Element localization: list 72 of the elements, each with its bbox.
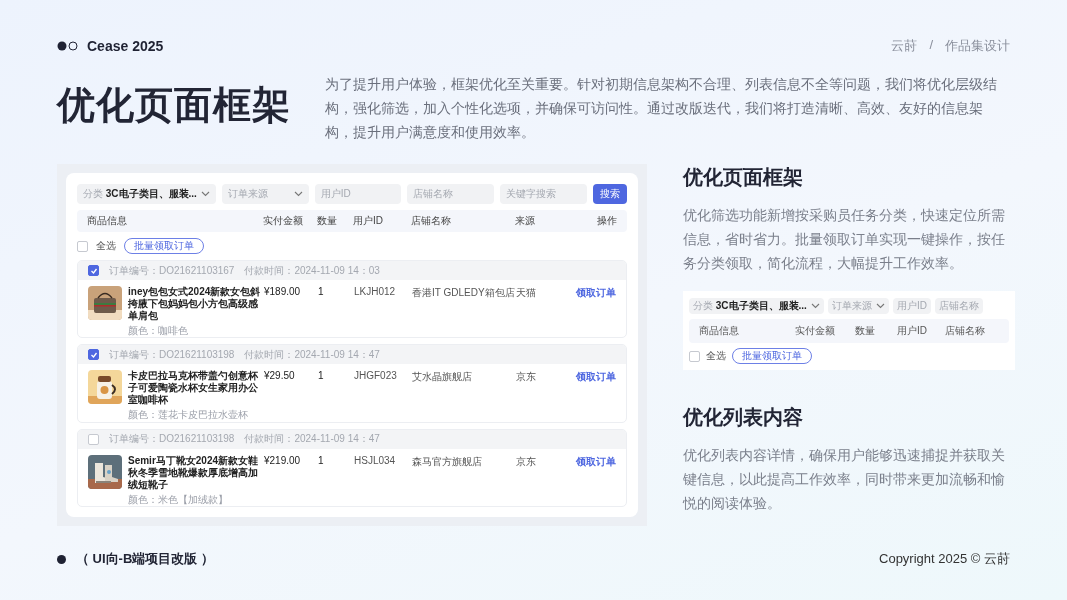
section-title: 优化页面框架 xyxy=(683,165,804,190)
intro-paragraph: 为了提升用户体验，框架优化至关重要。针对初期信息架构不合理、列表信息不全等问题，我们将优化层级结构，强化筛选，加入个性化选项，并确保可访问性。通过改版迭代，我们将打造清晰、高效、友好的信息架构，提升用户满意度和使用效率。 xyxy=(325,75,998,142)
bullet-icon xyxy=(57,554,66,564)
payment-time: 付款时间：2024-11-09 14：47 xyxy=(244,347,380,362)
order-number: 订单编号：DO21621103198 xyxy=(109,347,235,362)
page-title: 优化页面框架 xyxy=(57,83,291,128)
user-id-cell-text: LKJH012 xyxy=(354,286,397,298)
claim-order-link[interactable]: 领取订单 xyxy=(556,286,616,301)
quantity-cell-text: 1 xyxy=(318,370,325,382)
checkbox[interactable] xyxy=(77,240,88,252)
chevron-down-icon xyxy=(875,303,885,309)
breadcrumb-text: / xyxy=(929,37,933,54)
user-id-cell-text: HSJL034 xyxy=(354,454,397,466)
price-cell-text: ¥29.50 xyxy=(264,370,296,382)
checkbox-label: 全选 xyxy=(96,239,116,254)
shop-cell: 香港IT GDLEDY箱包店 xyxy=(412,286,516,301)
column-header: 数量 xyxy=(317,214,338,229)
select-field[interactable]: 分类 3C电子类目、服装... xyxy=(77,184,216,204)
column-header: 用户ID xyxy=(897,324,928,338)
source-cell-text: 京东 xyxy=(516,454,537,469)
product-title: iney包包女式2024新款女包斜挎腋下包妈妈包小方包高级感单肩包 xyxy=(128,286,262,323)
checkbox[interactable] xyxy=(88,349,99,361)
column-header: 实付金额 xyxy=(795,324,836,338)
page-dots-icon xyxy=(57,41,78,51)
product-variant: 颜色：米色【加绒款】 xyxy=(128,492,229,506)
product-title: Semir马丁靴女2024新款女鞋秋冬季雪地靴爆款厚底增高加绒短靴子 xyxy=(128,454,260,491)
checkbox[interactable] xyxy=(88,265,99,277)
product-title: 卡皮巴拉马克杯带盖勺创意杯子可爱陶瓷水杯女生家用办公室咖啡杯 xyxy=(128,370,259,407)
user-id-cell-text: JHGF023 xyxy=(354,370,398,382)
shop-cell-text: 森马官方旗舰店 xyxy=(412,454,483,469)
quantity-cell-text: 1 xyxy=(318,454,325,466)
price-cell-text: ¥189.00 xyxy=(264,286,302,298)
column-header: 店铺名称 xyxy=(945,324,986,338)
claim-order-link[interactable]: 领取订单 xyxy=(556,370,616,385)
checkbox[interactable] xyxy=(88,433,99,445)
section-paragraph: 优化筛选功能新增按采购员任务分类，快速定位所需信息，省时省力。批量领取订单实现一键操作，按任务分类领取，简化流程，大幅提升工作效率。 xyxy=(683,206,1006,273)
shop-cell-text: 艾水晶旗舰店 xyxy=(412,370,473,385)
breadcrumb-text: 云莳 xyxy=(891,37,918,55)
column-header: 用户ID xyxy=(353,214,384,229)
batch-claim-button[interactable]: 批量领取订单 xyxy=(124,238,204,255)
payment-time: 付款时间：2024-11-09 14：47 xyxy=(244,432,380,447)
column-header: 实付金额 xyxy=(263,214,304,229)
brand-name: Cease 2025 xyxy=(87,38,164,54)
chevron-down-icon xyxy=(810,303,820,309)
search-button[interactable]: 搜索 xyxy=(593,184,628,204)
section-title: 优化列表内容 xyxy=(683,405,804,430)
quantity-cell-text: 1 xyxy=(318,286,325,298)
column-header: 操作 xyxy=(596,214,617,229)
checkbox-label: 全选 xyxy=(706,349,726,363)
product-variant: 颜色：咖啡色 xyxy=(128,324,189,338)
select-field[interactable]: 分类 3C电子类目、服装... xyxy=(689,298,824,314)
product-variant: 颜色：莲花卡皮巴拉水壶杯 xyxy=(128,408,249,422)
column-header: 商品信息 xyxy=(699,324,740,338)
order-number: 订单编号：DO21621103198 xyxy=(109,432,235,447)
column-header: 数量 xyxy=(855,324,876,338)
column-header: 店铺名称 xyxy=(411,214,452,229)
price-cell-text: ¥219.00 xyxy=(264,454,302,466)
source-cell-text: 京东 xyxy=(516,370,537,385)
order-number: 订单编号：DO21621103167 xyxy=(109,263,235,278)
source-cell-text: 天猫 xyxy=(516,286,537,301)
chevron-down-icon xyxy=(200,191,210,197)
claim-order-link[interactable]: 领取订单 xyxy=(556,454,616,469)
checkbox[interactable] xyxy=(689,350,700,362)
payment-time: 付款时间：2024-11-09 14：03 xyxy=(244,263,380,278)
copyright-text: Copyright 2025 © 云莳 xyxy=(879,550,1010,568)
batch-claim-button[interactable]: 批量领取订单 xyxy=(732,348,812,364)
section-paragraph: 优化列表内容详情，确保用户能够迅速捕捉并获取关键信息，以此提高工作效率，同时带来更加流畅和愉悦的阅读体验。 xyxy=(683,446,1006,513)
column-header: 来源 xyxy=(515,214,536,229)
column-header: 商品信息 xyxy=(87,214,128,229)
breadcrumb-text: 作品集设计 xyxy=(945,37,1010,55)
chevron-down-icon xyxy=(293,191,303,197)
project-label: （ UI向-B端项目改版 ） xyxy=(76,550,214,568)
